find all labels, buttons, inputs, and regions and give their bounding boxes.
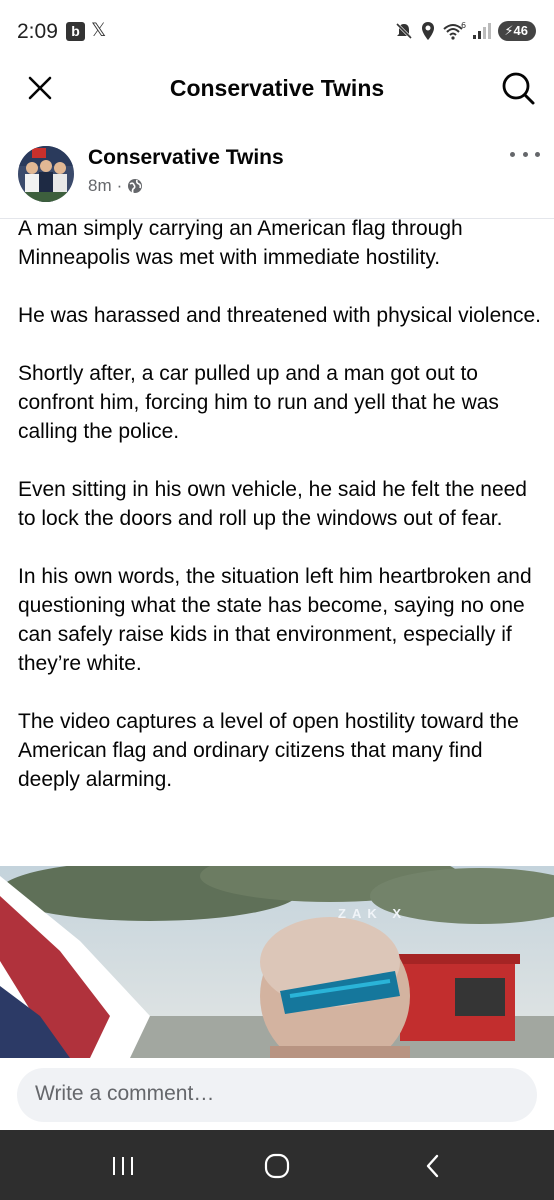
video-player[interactable]: ZAK X (0, 866, 554, 1058)
back-icon (426, 1154, 439, 1178)
video-frame (0, 866, 554, 1058)
post-text: A man simply carrying an American flag t… (18, 214, 543, 823)
status-icons: 6 ⚡46 (394, 20, 536, 42)
svg-text:6: 6 (461, 21, 466, 30)
post-paragraph: A man simply carrying an American flag t… (18, 217, 463, 269)
post-header: Conservative Twins 8m · (0, 138, 554, 219)
post-paragraph: He was harassed and threatened with phys… (18, 304, 541, 327)
author-name[interactable]: Conservative Twins (88, 146, 284, 170)
comment-placeholder: Write a comment… (35, 1082, 215, 1105)
meta-separator: · (116, 176, 123, 195)
post-paragraph: The video captures a level of open hosti… (18, 710, 519, 791)
video-watermark: ZAK X (338, 906, 407, 921)
comment-input[interactable]: Write a comment… (17, 1068, 537, 1122)
mute-icon (396, 22, 413, 40)
app-notification-icon: b (66, 22, 85, 41)
post-meta: 8m · (88, 176, 143, 196)
page-title: Conservative Twins (169, 75, 385, 101)
post-paragraph: In his own words, the situation left him… (18, 565, 532, 675)
x-notification-icon: 𝕏 (91, 20, 107, 41)
home-icon (264, 1153, 290, 1179)
back-button[interactable] (403, 1142, 463, 1190)
status-bar: 2:09 b 𝕏 6 ⚡46 (0, 0, 554, 60)
post-paragraph: Shortly after, a car pulled up and a man… (18, 362, 499, 443)
status-time: 2:09 (17, 20, 58, 43)
battery-icon: ⚡46 (498, 21, 536, 41)
location-icon (422, 22, 435, 40)
post-paragraph: Even sitting in his own vehicle, he said… (18, 478, 527, 530)
avatar[interactable] (18, 146, 74, 202)
signal-icon (473, 23, 492, 39)
battery-level: 46 (513, 23, 528, 38)
system-nav-bar (0, 1130, 554, 1200)
recent-apps-button[interactable] (93, 1142, 153, 1190)
post-time[interactable]: 8m (88, 176, 112, 196)
more-options-icon[interactable] (510, 144, 540, 164)
search-button[interactable] (496, 66, 540, 110)
wifi-icon: 6 (443, 21, 466, 40)
search-icon (502, 72, 535, 105)
comment-composer: Write a comment… (0, 1058, 554, 1130)
page-header: Conservative Twins (0, 60, 554, 120)
globe-icon (128, 179, 143, 194)
recent-apps-icon (113, 1157, 133, 1175)
home-button[interactable] (247, 1142, 307, 1190)
